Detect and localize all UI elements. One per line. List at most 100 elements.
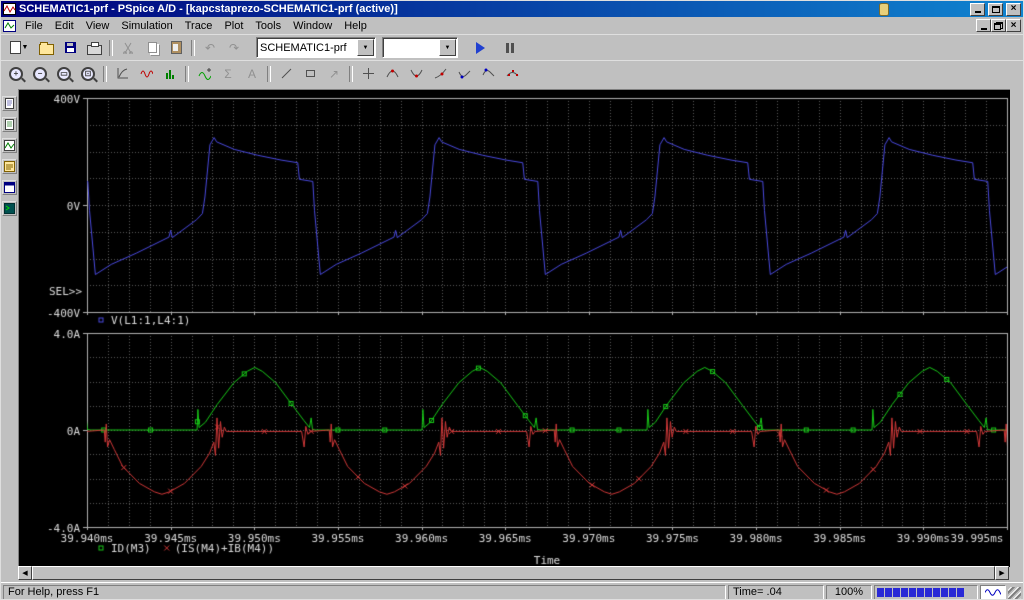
- scroll-right-icon: ▶: [999, 570, 1005, 577]
- zoom-fit-button[interactable]: ⊡: [76, 63, 100, 85]
- secondary-combo[interactable]: ▼: [382, 37, 458, 58]
- cursor-trough-button[interactable]: [404, 63, 428, 85]
- output-file-icon: [5, 119, 14, 130]
- cursor-peak-button[interactable]: [380, 63, 404, 85]
- open-folder-icon: [38, 41, 54, 55]
- new-button[interactable]: ▼: [4, 37, 34, 59]
- scrollbar-thumb[interactable]: [32, 566, 995, 580]
- maximize-icon: [991, 5, 1000, 13]
- log-x-axis-button[interactable]: [110, 63, 134, 85]
- status-time: Time= .04: [728, 584, 824, 599]
- title-bar[interactable]: SCHEMATIC1-prf - PSpice A/D - [kapcstapr…: [1, 1, 1023, 17]
- mdi-close-button[interactable]: ×: [1006, 19, 1021, 32]
- redo-button[interactable]: ↷: [222, 37, 246, 59]
- save-icon: [64, 42, 76, 53]
- progress-block: [885, 587, 892, 597]
- new-file-icon: [9, 41, 21, 54]
- save-button[interactable]: [58, 37, 82, 59]
- box-annotation-button[interactable]: [298, 63, 322, 85]
- paste-button[interactable]: [164, 37, 188, 59]
- redo-icon: ↷: [228, 40, 240, 55]
- results-icon: [4, 140, 15, 151]
- close-button[interactable]: ×: [1006, 2, 1021, 16]
- run-simulation-button[interactable]: [468, 37, 492, 59]
- status-zoom: 100%: [826, 584, 872, 599]
- cursor-max-button[interactable]: [476, 63, 500, 85]
- scroll-right-button[interactable]: ▶: [995, 566, 1009, 580]
- performance-analysis-button[interactable]: [158, 63, 182, 85]
- cursor-min-button[interactable]: [452, 63, 476, 85]
- window-title: SCHEMATIC1-prf - PSpice A/D - [kapcstapr…: [19, 3, 398, 15]
- line-annotation-button[interactable]: [274, 63, 298, 85]
- left-toolbar: [1, 86, 18, 580]
- output-window-button[interactable]: [2, 180, 17, 195]
- copy-button[interactable]: [140, 37, 164, 59]
- text-label-button[interactable]: A: [240, 63, 264, 85]
- menu-window[interactable]: Window: [287, 19, 338, 33]
- zoom-area-button[interactable]: ▭: [52, 63, 76, 85]
- zoom-in-button[interactable]: +: [4, 63, 28, 85]
- minimize-button[interactable]: [970, 2, 985, 16]
- mark-data-points-button[interactable]: [500, 63, 524, 85]
- pause-simulation-button[interactable]: [498, 37, 522, 59]
- print-button[interactable]: [82, 37, 106, 59]
- mdi-restore-button[interactable]: [991, 19, 1006, 32]
- undo-button[interactable]: ↶: [198, 37, 222, 59]
- menu-file[interactable]: File: [19, 19, 49, 33]
- queue-icon: [4, 161, 15, 172]
- fourier-button[interactable]: [134, 63, 158, 85]
- simulation-profile-combo[interactable]: SCHEMATIC1-prf ▼: [256, 37, 376, 58]
- cursor-slope-button[interactable]: [428, 63, 452, 85]
- status-bar: For Help, press F1 Time= .04 100%: [1, 582, 1023, 599]
- chevron-down-icon[interactable]: ▼: [357, 39, 374, 56]
- simulation-results-button[interactable]: [2, 138, 17, 153]
- progress-block: [877, 587, 884, 597]
- scroll-left-button[interactable]: ◀: [18, 566, 32, 580]
- pause-icon: [506, 42, 514, 53]
- maximize-button[interactable]: [988, 2, 1003, 16]
- menu-edit[interactable]: Edit: [49, 19, 80, 33]
- box-icon: [305, 70, 315, 77]
- resize-grip[interactable]: [1008, 587, 1021, 599]
- chevron-down-icon[interactable]: ▼: [439, 39, 456, 56]
- open-button[interactable]: [34, 37, 58, 59]
- toolbar-separator: [185, 65, 189, 82]
- printer-icon: [86, 41, 102, 55]
- cursor-trough-icon: [410, 69, 422, 78]
- toolbar-separator: [103, 65, 107, 82]
- toggle-cursor-button[interactable]: [356, 63, 380, 85]
- progress-block: [925, 587, 932, 597]
- status-help-text: For Help, press F1: [3, 584, 726, 599]
- horizontal-scrollbar[interactable]: ◀ ▶: [18, 566, 1009, 580]
- menu-tools[interactable]: Tools: [249, 19, 287, 33]
- fourier-icon: [140, 70, 153, 78]
- evaluate-function-button[interactable]: Σ: [216, 63, 240, 85]
- menu-simulation[interactable]: Simulation: [115, 19, 178, 33]
- command-window-icon: [4, 203, 15, 214]
- simulation-profile-value: SCHEMATIC1-prf: [260, 41, 347, 54]
- zoom-fit-icon: ⊡: [81, 66, 95, 81]
- zoom-area-icon: ▭: [57, 66, 71, 81]
- simulation-output-button[interactable]: [2, 117, 17, 132]
- waveform-plot[interactable]: [18, 89, 1010, 567]
- menu-plot[interactable]: Plot: [218, 19, 249, 33]
- cut-button[interactable]: [116, 37, 140, 59]
- menu-help[interactable]: Help: [338, 19, 373, 33]
- zoom-out-button[interactable]: −: [28, 63, 52, 85]
- add-trace-button[interactable]: [192, 63, 216, 85]
- document-window-icon[interactable]: [3, 19, 16, 32]
- crosshair-icon: [362, 68, 374, 79]
- arrow-annotation-button[interactable]: ↗: [322, 63, 346, 85]
- toolbar-probe: + − ▭ ⊡ Σ A ↗: [1, 60, 1023, 86]
- toolbar-standard: ▼ ↶ ↷ SCHEMATIC1-prf ▼ ▼: [1, 34, 1023, 60]
- menu-trace[interactable]: Trace: [179, 19, 219, 33]
- progress-block: [917, 587, 924, 597]
- mdi-minimize-button[interactable]: [976, 19, 991, 32]
- minimize-icon: [980, 27, 987, 30]
- progress-block: [901, 587, 908, 597]
- simulation-queue-icon: [879, 2, 889, 16]
- menu-view[interactable]: View: [80, 19, 116, 33]
- circuit-file-button[interactable]: [2, 96, 17, 111]
- simulation-queue-button[interactable]: [2, 159, 17, 174]
- command-window-button[interactable]: [2, 201, 17, 216]
